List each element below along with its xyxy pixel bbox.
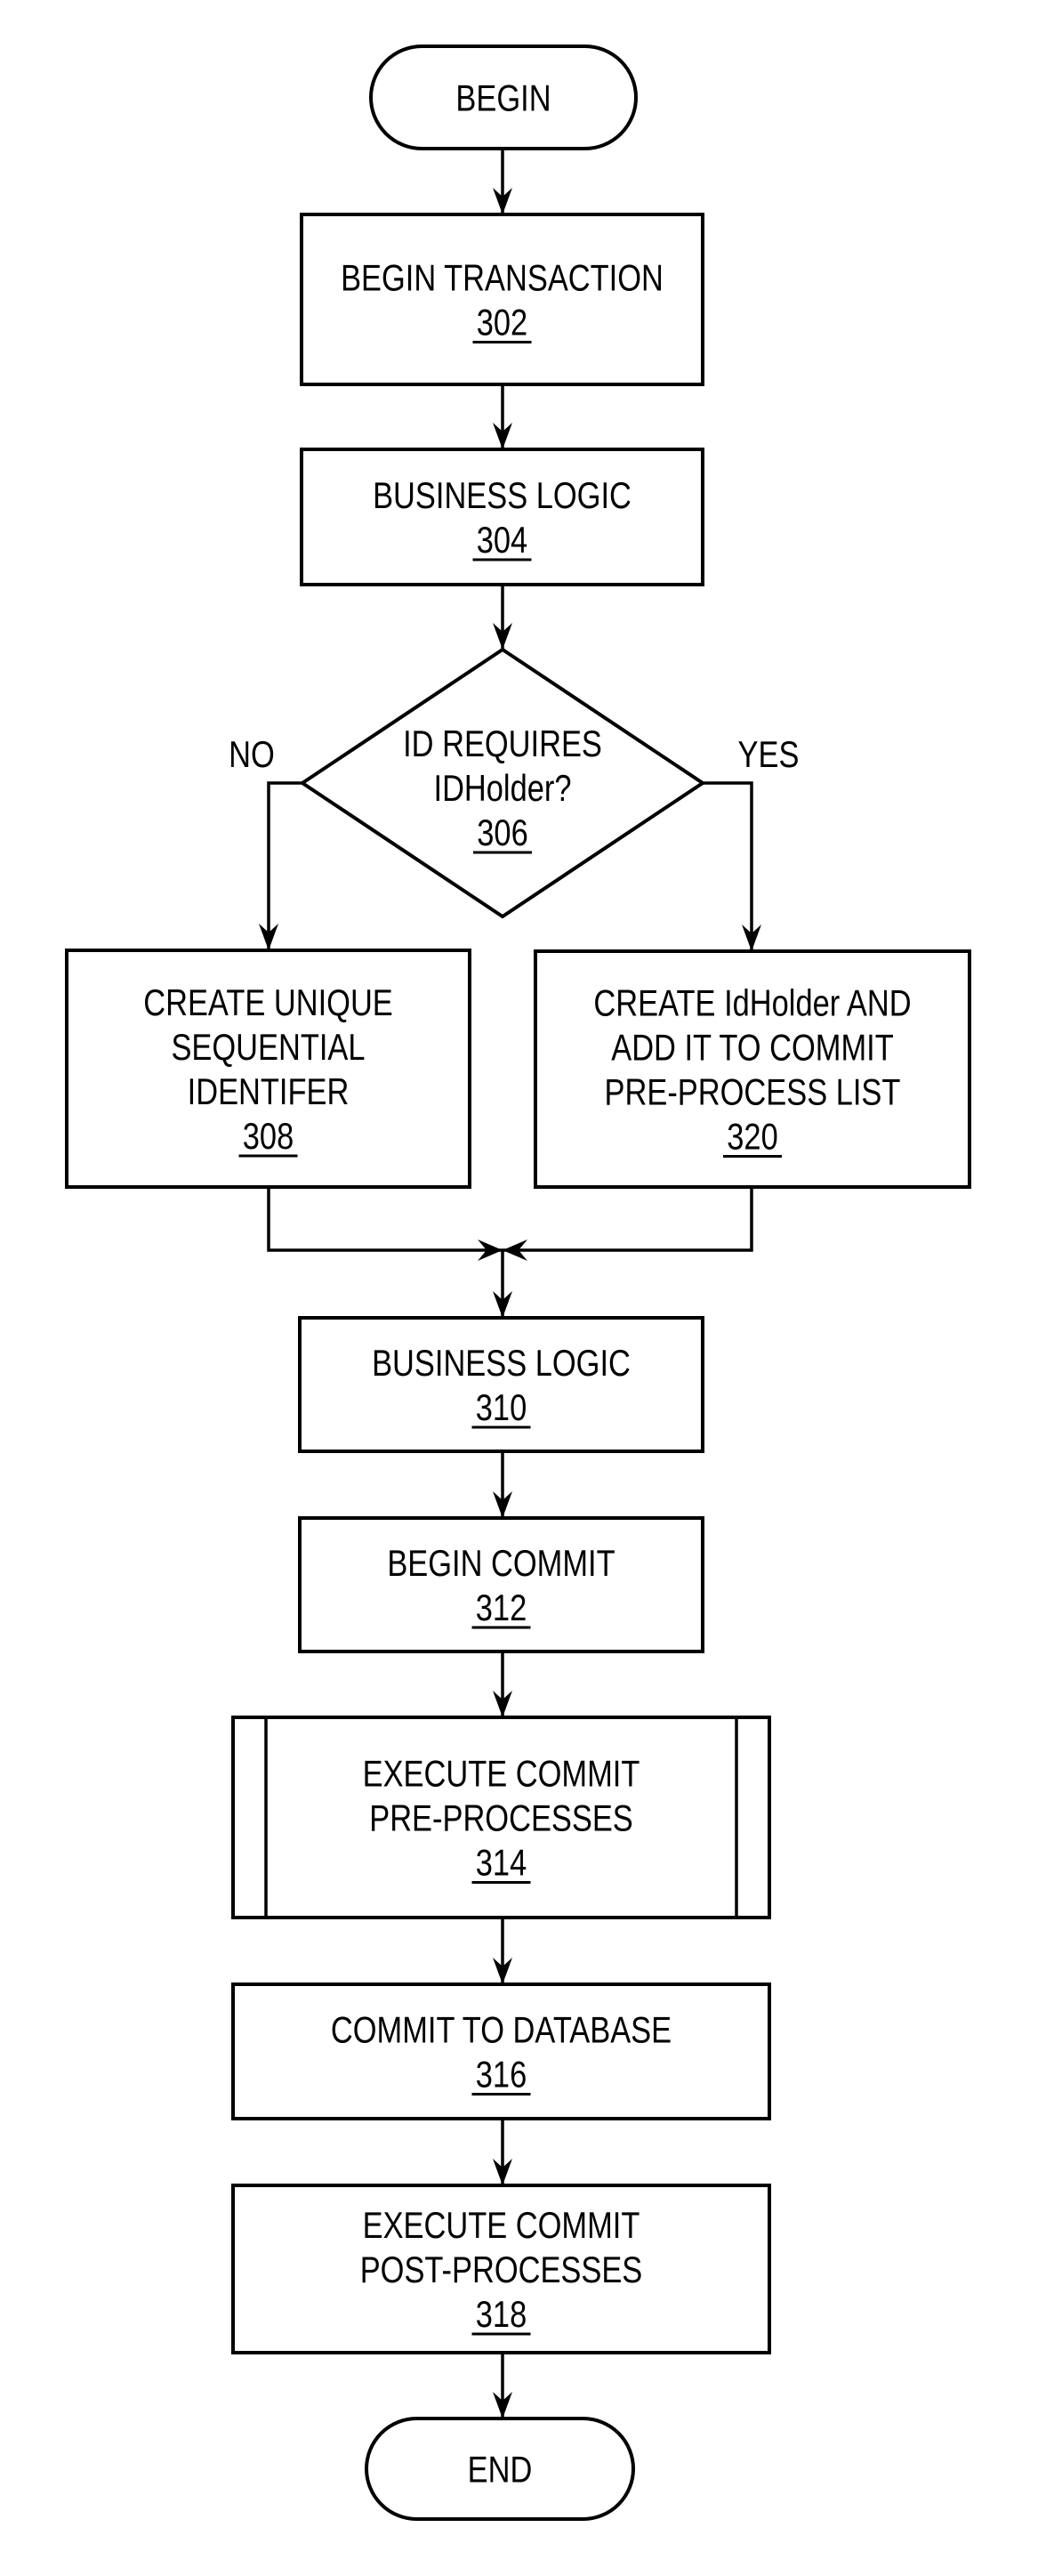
node-step-318: EXECUTE COMMITPOST-PROCESSES318 [231, 2184, 771, 2354]
node-end: END [365, 2417, 635, 2521]
node-begin: BEGIN [369, 44, 638, 150]
merge-connector-left [267, 1187, 503, 1252]
node-label: IDENTIFER [188, 1071, 350, 1113]
reference-number: 310 [476, 1387, 527, 1429]
reference-number: 304 [477, 520, 527, 561]
node-label: BEGIN COMMIT [387, 1543, 615, 1585]
node-label: BUSINESS LOGIC [373, 475, 632, 517]
reference-number: 316 [476, 2054, 527, 2096]
flowchart: BEGIN TRANSACTION302BUSINESS LOGIC304ID … [65, 44, 971, 2521]
node-label: PRE-PROCESSES [369, 1797, 633, 1839]
process-box [300, 213, 704, 386]
node-label: EXECUTE COMMIT [363, 1753, 640, 1795]
node-step-320: CREATE IdHolder ANDADD IT TO COMMITPRE-P… [534, 949, 971, 1189]
process-box [300, 448, 704, 586]
yes-branch-label: YES [738, 734, 800, 776]
node-label: END [468, 2449, 533, 2491]
node-label: ADD IT TO COMMIT [611, 1027, 894, 1069]
node-label: BEGIN TRANSACTION [341, 257, 664, 299]
node-label: SEQUENTIAL [171, 1027, 365, 1069]
node-label: PRE-PROCESS LIST [605, 1071, 901, 1113]
node-step-304: BUSINESS LOGIC304 [300, 448, 704, 586]
process-box [298, 1516, 704, 1653]
node-label: IDHolder? [434, 768, 572, 810]
node-step-316: COMMIT TO DATABASE316 [231, 1982, 771, 2120]
no-branch-label: NO [229, 734, 275, 776]
node-step-302: BEGIN TRANSACTION302 [300, 213, 704, 386]
reference-number: 306 [477, 812, 527, 854]
node-label: COMMIT TO DATABASE [331, 2009, 672, 2051]
node-label: ID REQUIRES [403, 723, 602, 765]
merge-connector-right [503, 1187, 753, 1252]
node-label: POST-PROCESSES [360, 2249, 643, 2291]
no-branch-connector [267, 781, 302, 950]
node-label: BEGIN [455, 77, 551, 119]
node-step-314: EXECUTE COMMITPRE-PROCESSES314 [231, 1716, 771, 1919]
node-step-310: BUSINESS LOGIC310 [298, 1316, 704, 1453]
process-box [298, 1316, 704, 1453]
node-label: EXECUTE COMMIT [363, 2205, 640, 2247]
yes-branch-connector [703, 781, 753, 951]
node-label: CREATE IdHolder AND [593, 982, 911, 1024]
node-step-306: ID REQUIRESIDHolder?306 [299, 647, 706, 919]
reference-number: 312 [476, 1587, 527, 1629]
node-step-308: CREATE UNIQUESEQUENTIALIDENTIFER308 [65, 949, 471, 1189]
reference-number: 318 [476, 2294, 527, 2336]
reference-number: 302 [477, 302, 527, 343]
reference-number: 308 [243, 1116, 294, 1158]
reference-number: 314 [476, 1842, 527, 1884]
node-label: CREATE UNIQUE [143, 982, 393, 1024]
node-step-312: BEGIN COMMIT312 [298, 1516, 704, 1653]
node-label: BUSINESS LOGIC [372, 1343, 631, 1385]
reference-number: 320 [727, 1116, 777, 1158]
process-box [231, 1982, 771, 2120]
